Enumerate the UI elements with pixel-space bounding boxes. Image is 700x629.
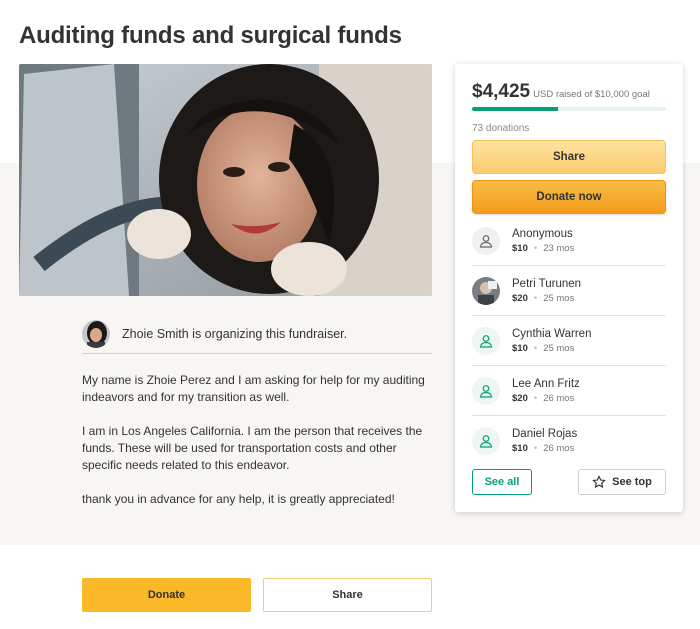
raised-amount: $4,425 xyxy=(472,81,531,102)
donor-row: Daniel Rojas $10 • 26 mos xyxy=(472,416,666,466)
donor-name: Daniel Rojas xyxy=(512,428,578,440)
user-icon xyxy=(472,326,500,355)
donor-name: Petri Turunen xyxy=(512,277,582,290)
donor-amount: $20 xyxy=(512,292,528,304)
donor-time: 26 mos xyxy=(543,392,575,404)
organizer-avatar[interactable] xyxy=(82,320,110,348)
user-icon xyxy=(472,376,500,405)
progress-fill xyxy=(472,107,558,111)
donor-row: Petri Turunen $20 • 25 mos xyxy=(472,266,666,316)
see-top-button[interactable]: See top xyxy=(578,469,666,495)
story-paragraph: I am in Los Angeles California. I am the… xyxy=(82,424,423,472)
donor-name: Anonymous xyxy=(512,227,573,240)
donate-now-button[interactable]: Donate now xyxy=(472,180,666,214)
donor-name: Lee Ann Fritz xyxy=(512,377,580,390)
user-icon xyxy=(472,226,500,255)
user-icon xyxy=(472,427,500,455)
donor-amount: $10 xyxy=(512,242,528,254)
donate-button[interactable]: Donate xyxy=(82,578,251,612)
donations-count: 73 donations xyxy=(472,123,530,134)
donor-row: Lee Ann Fritz $20 • 26 mos xyxy=(472,366,666,416)
donor-amount: $20 xyxy=(512,392,528,404)
story-paragraph: My name is Zhoie Perez and I am asking f… xyxy=(82,373,425,404)
campaign-story: My name is Zhoie Perez and I am asking f… xyxy=(82,372,438,525)
donor-amount: $10 xyxy=(512,342,528,354)
donor-time: 23 mos xyxy=(543,242,575,254)
donor-avatar-photo xyxy=(472,276,500,305)
campaign-hero-image[interactable] xyxy=(19,64,432,296)
organizer-divider xyxy=(82,353,432,354)
donor-time: 26 mos xyxy=(543,443,575,454)
goal-text: USD raised of $10,000 goal xyxy=(533,89,650,100)
donor-time: 25 mos xyxy=(543,292,575,304)
story-paragraph: thank you in advance for any help, it is… xyxy=(82,492,395,506)
see-top-label: See top xyxy=(612,476,652,488)
organizer-row: Zhoie Smith is organizing this fundraise… xyxy=(82,314,432,354)
star-icon xyxy=(592,475,606,489)
donation-sidebar-card: $4,425 USD raised of $10,000 goal 73 dona… xyxy=(455,64,683,512)
share-button[interactable]: Share xyxy=(472,140,666,174)
donor-row: Anonymous $10 • 23 mos xyxy=(472,216,666,266)
see-all-button[interactable]: See all xyxy=(472,469,532,495)
page-title: Auditing funds and surgical funds xyxy=(19,22,402,49)
donor-row: Cynthia Warren $10 • 25 mos xyxy=(472,316,666,366)
donor-amount: $10 xyxy=(512,443,528,454)
donor-name: Cynthia Warren xyxy=(512,327,592,340)
share-button-bottom[interactable]: Share xyxy=(263,578,432,612)
amount-raised: $4,425 USD raised of $10,000 goal xyxy=(472,81,650,103)
donor-list: Anonymous $10 • 23 mos Petri Turunen $20 • 2… xyxy=(472,216,666,466)
organizer-text: Zhoie Smith is organizing this fundraise… xyxy=(122,327,348,341)
donor-time: 25 mos xyxy=(543,342,575,354)
progress-bar xyxy=(472,107,666,111)
